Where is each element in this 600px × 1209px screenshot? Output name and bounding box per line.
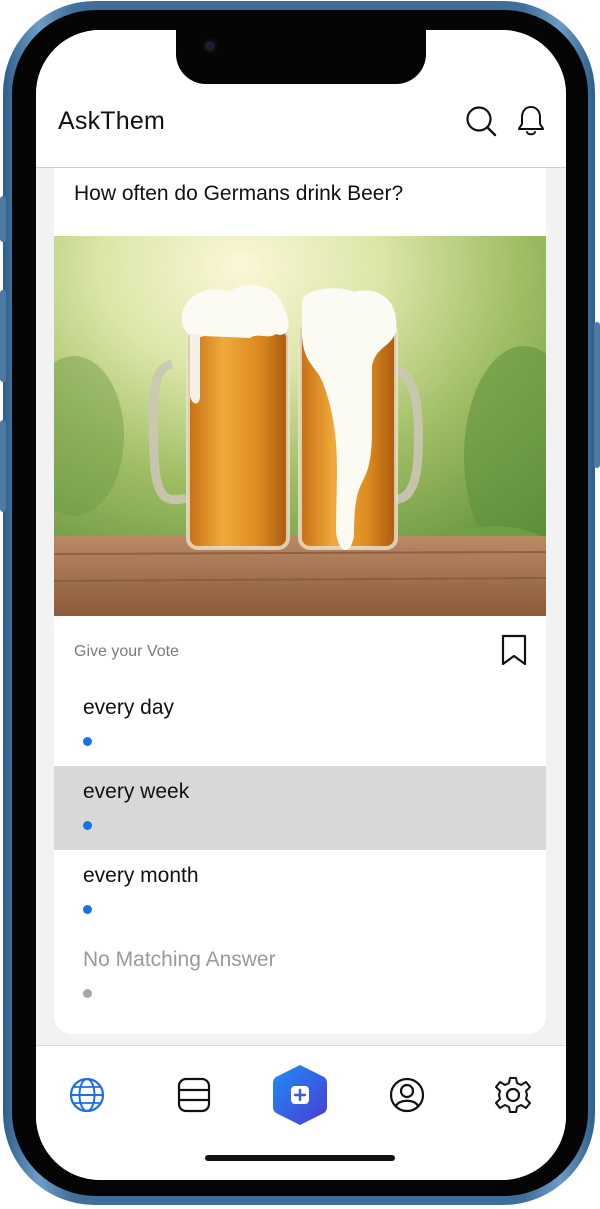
poll-option-label: every day [83, 696, 175, 719]
power-button [594, 322, 600, 468]
notch [176, 30, 426, 84]
poll-question: How often do Germans drink Beer? [74, 182, 404, 205]
vote-indicator-dot [83, 737, 92, 746]
bookmark-icon[interactable] [500, 633, 528, 667]
list-icon[interactable] [174, 1075, 214, 1115]
poll-option[interactable]: every day [54, 682, 546, 766]
poll-option-no-match[interactable]: No Matching Answer [54, 934, 546, 1018]
home-indicator[interactable] [205, 1155, 395, 1161]
bell-icon[interactable] [514, 104, 548, 138]
poll-image [54, 236, 546, 616]
volume-up-button [0, 290, 6, 382]
settings-icon[interactable] [493, 1075, 533, 1115]
poll-option-label: every month [83, 864, 199, 887]
poll-option[interactable]: every month [54, 850, 546, 934]
silent-switch [0, 196, 6, 242]
screen: AskThem How often do Germans drink Beer? [36, 30, 566, 1180]
vote-indicator-dot [83, 989, 92, 998]
volume-down-button [0, 420, 6, 512]
poll-option-selected[interactable]: every week [54, 766, 546, 850]
poll-card: How often do Germans drink Beer? Give yo… [54, 168, 546, 1034]
vote-label: Give your Vote [74, 643, 179, 660]
poll-option-label: every week [83, 780, 190, 803]
add-post-icon[interactable] [272, 1063, 328, 1127]
poll-option-label: No Matching Answer [83, 948, 276, 971]
vote-indicator-dot [83, 821, 92, 830]
search-icon[interactable] [464, 104, 498, 138]
globe-icon[interactable] [67, 1075, 107, 1115]
camera-icon [205, 41, 215, 51]
profile-icon[interactable] [387, 1075, 427, 1115]
app-title: AskThem [58, 107, 165, 135]
vote-indicator-dot [83, 905, 92, 914]
